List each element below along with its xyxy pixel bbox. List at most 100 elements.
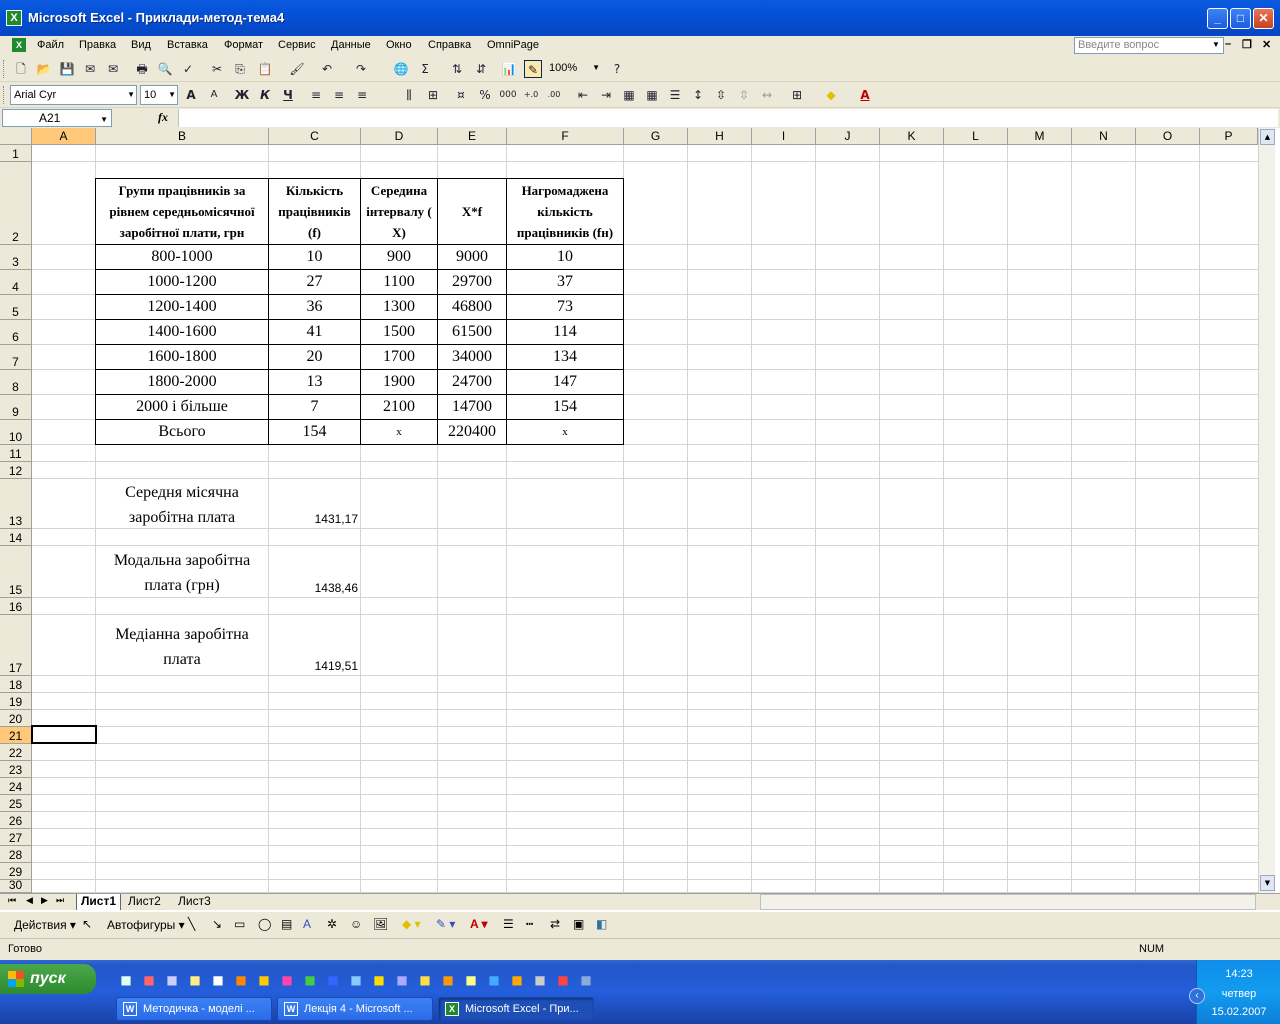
table-cell[interactable]: 1200-1400	[96, 295, 268, 319]
sort-asc-icon[interactable]: ⇅	[448, 60, 466, 78]
row-header-25[interactable]: 25	[0, 795, 32, 812]
doc-restore-button[interactable]: ❐	[1242, 38, 1252, 51]
doc-minimize-button[interactable]: –	[1225, 38, 1231, 50]
table-cell[interactable]: 154	[269, 420, 360, 444]
msg-quicklaunch-icon[interactable]: ■	[532, 972, 548, 988]
prev-sheet-button[interactable]: ◀	[26, 895, 33, 906]
close-button[interactable]: ✕	[1253, 8, 1274, 29]
column-header-b[interactable]: B	[96, 128, 269, 145]
table-cell[interactable]: 1700	[361, 345, 437, 369]
taskbar-button-excel[interactable]: X Microsoft Excel - При...	[438, 997, 594, 1021]
increase-decimal-icon[interactable]: +.0	[522, 86, 540, 104]
word-quicklaunch-icon[interactable]: ■	[325, 972, 341, 988]
formula-input[interactable]	[178, 109, 1278, 127]
column-header-c[interactable]: C	[269, 128, 361, 145]
decrease-indent-icon[interactable]: ⇤	[574, 86, 592, 104]
print-icon[interactable]: 🖶	[133, 60, 151, 78]
row-height-icon[interactable]: ↕	[689, 86, 707, 104]
comma-style-icon[interactable]: 000	[499, 86, 517, 104]
align-center-icon[interactable]: ≡	[330, 86, 348, 104]
shrink-font-icon[interactable]: A	[205, 86, 223, 104]
save-icon[interactable]: 💾	[58, 60, 76, 78]
tab-sheet3[interactable]: Лист3	[174, 894, 215, 910]
row-header-22[interactable]: 22	[0, 744, 32, 761]
menu-omnipage[interactable]: OmniPage	[487, 39, 539, 51]
email-icon[interactable]: ✉	[104, 60, 122, 78]
result-label[interactable]: Середня місячна заробітна плата	[96, 481, 268, 529]
folder2-quicklaunch-icon[interactable]: ■	[417, 972, 433, 988]
align-right-icon[interactable]: ≡	[353, 86, 371, 104]
column-header-n[interactable]: N	[1072, 128, 1136, 145]
workbook-icon[interactable]: X	[12, 38, 26, 52]
underline-icon[interactable]: Ч	[279, 86, 297, 104]
font-color-icon[interactable]: A	[856, 86, 874, 104]
question-input[interactable]: Введите вопрос	[1074, 37, 1224, 54]
textbox-icon[interactable]: ▤	[281, 917, 292, 931]
menu-insert[interactable]: Вставка	[167, 39, 208, 51]
cd-quicklaunch-icon[interactable]: ■	[578, 972, 594, 988]
table-cell[interactable]: 27	[269, 270, 360, 294]
result-value[interactable]: 1431,17	[269, 512, 360, 527]
column-header-l[interactable]: L	[944, 128, 1008, 145]
column-header-d[interactable]: D	[361, 128, 438, 145]
format-painter-icon[interactable]: 🖌	[288, 60, 306, 78]
tab-sheet2[interactable]: Лист2	[124, 894, 165, 910]
chevron-down-icon[interactable]: ▼	[168, 86, 176, 104]
first-sheet-button[interactable]: ⏮	[8, 895, 16, 906]
result-label[interactable]: Модальна заробітна плата (грн)	[96, 548, 268, 598]
row-header-9[interactable]: 9	[0, 395, 32, 420]
table-icon[interactable]: ▦	[620, 86, 638, 104]
excel-app-icon[interactable]: X	[6, 10, 22, 26]
table-cell[interactable]: 24700	[438, 370, 506, 394]
table-header-cell[interactable]: Групи працівників за рівнем середньоміся…	[96, 178, 268, 244]
paste-icon[interactable]: 📋	[256, 60, 274, 78]
autoshapes-menu[interactable]: Автофигуры ▾	[107, 918, 185, 932]
table-cell[interactable]: 147	[507, 370, 623, 394]
player-quicklaunch-icon[interactable]: ■	[509, 972, 525, 988]
rows-icon[interactable]: ☰	[666, 86, 684, 104]
chevron-down-icon[interactable]: ▼	[100, 112, 108, 128]
3d-style-icon[interactable]: ◧	[596, 917, 607, 931]
table-cell[interactable]: 61500	[438, 320, 506, 344]
chevron-down-icon[interactable]: ▼	[1212, 40, 1220, 49]
table-header-cell[interactable]: X*f	[438, 178, 506, 244]
grid-icon[interactable]: ▦	[643, 86, 661, 104]
column-header-k[interactable]: K	[880, 128, 944, 145]
row-header-2[interactable]: 2	[0, 162, 32, 245]
cut-icon[interactable]: ✂	[208, 60, 226, 78]
result-label[interactable]: Медіанна заробітна плата	[96, 617, 268, 676]
table-cell[interactable]: 1300	[361, 295, 437, 319]
bold-icon[interactable]: Ж	[233, 86, 251, 104]
table-cell[interactable]: 10	[269, 245, 360, 269]
row-header-16[interactable]: 16	[0, 598, 32, 615]
insert-rows-icon[interactable]: ⇳	[712, 86, 730, 104]
chevron-down-icon[interactable]: ▼	[127, 86, 135, 104]
close-quicklaunch-icon[interactable]: ■	[210, 972, 226, 988]
table-cell[interactable]: 114	[507, 320, 623, 344]
table-cell[interactable]: 1100	[361, 270, 437, 294]
table-cell[interactable]: 134	[507, 345, 623, 369]
table-cell[interactable]: 154	[507, 395, 623, 419]
wordart-icon[interactable]: A	[303, 917, 311, 931]
select-all-corner[interactable]	[0, 128, 32, 145]
line-style-icon[interactable]: ☰	[503, 917, 514, 931]
permission-icon[interactable]: ✉	[81, 60, 99, 78]
row-header-20[interactable]: 20	[0, 710, 32, 727]
table-cell[interactable]: 1800-2000	[96, 370, 268, 394]
horizontal-scrollbar[interactable]	[760, 894, 1256, 910]
currency-icon[interactable]: ¤	[452, 86, 470, 104]
minimize-button[interactable]: _	[1207, 8, 1228, 29]
table-cell[interactable]: 73	[507, 295, 623, 319]
search-quicklaunch-icon[interactable]: ■	[463, 972, 479, 988]
font-color-icon[interactable]: A ▾	[470, 917, 488, 931]
zoom-select[interactable]: 100% ▼	[546, 59, 601, 79]
menu-file[interactable]: Файл	[37, 39, 64, 51]
acrobat-quicklaunch-icon[interactable]: ■	[141, 972, 157, 988]
doc-close-button[interactable]: ✕	[1262, 38, 1271, 51]
toolbar-grip[interactable]	[3, 86, 6, 104]
name-box[interactable]: A21 ▼	[2, 109, 112, 127]
actions-menu[interactable]: Действия ▾	[14, 918, 76, 932]
shadow-icon[interactable]: ▣	[573, 917, 584, 931]
column-header-g[interactable]: G	[624, 128, 688, 145]
row-header-8[interactable]: 8	[0, 370, 32, 395]
